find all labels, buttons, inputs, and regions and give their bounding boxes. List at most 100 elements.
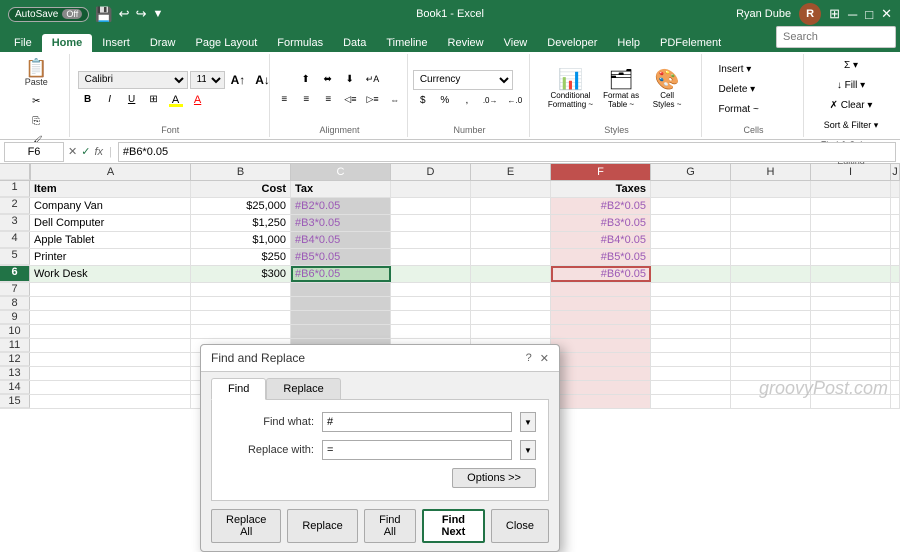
tab-insert[interactable]: Insert (92, 34, 140, 52)
decrease-decimal-icon: ←.0 (508, 96, 523, 105)
autosum-button[interactable]: Σ ▾ (816, 56, 886, 74)
tab-formulas[interactable]: Formulas (267, 34, 333, 52)
search-input[interactable] (776, 26, 896, 48)
tab-review[interactable]: Review (438, 34, 494, 52)
format-button[interactable]: Format ~ (714, 101, 794, 119)
alignment-controls: ⬆ ⬌ ⬇ ↵A ≡ ≡ ≡ ◁≡ ▷≡ ⇔ (274, 56, 404, 123)
tab-file[interactable]: File (4, 34, 42, 52)
replace-dropdown-arrow[interactable]: ▼ (520, 440, 536, 460)
autosum-icon: Σ ▾ (844, 60, 858, 71)
title-bar: AutoSave Off 💾 ↩ ↪ ▼ Book1 - Excel Ryan … (0, 0, 900, 28)
ribbon-display-icon[interactable]: ⊞ (829, 6, 840, 22)
confirm-formula-icon[interactable]: ✓ (81, 145, 90, 158)
underline-button[interactable]: U (122, 91, 142, 109)
increase-decimal-icon: .0→ (483, 96, 498, 105)
border-button[interactable]: ⊞ (144, 91, 164, 109)
paste-button[interactable]: 📋 Paste (20, 56, 53, 90)
undo-icon[interactable]: ↩ (119, 6, 130, 22)
redo-icon[interactable]: ↪ (136, 6, 147, 22)
tab-pdfelement[interactable]: PDFelement (650, 34, 731, 52)
delete-button[interactable]: Delete ▾ (714, 81, 794, 99)
tab-timeline[interactable]: Timeline (376, 34, 437, 52)
font-color-button[interactable]: A (188, 91, 208, 109)
autosave-toggle[interactable]: AutoSave Off (8, 7, 89, 22)
font-family-select[interactable]: Calibri (78, 71, 188, 89)
clear-button[interactable]: ✗ Clear ▾ (816, 96, 886, 114)
tab-home[interactable]: Home (42, 34, 93, 52)
insert-button[interactable]: Insert ▾ (714, 61, 794, 79)
align-right-button[interactable]: ≡ (318, 91, 338, 109)
format-as-table-button[interactable]: 🗂 Format asTable ~ (599, 67, 643, 112)
replace-all-button[interactable]: Replace All (211, 509, 281, 543)
accounting-button[interactable]: $ (413, 92, 433, 110)
font-row-2: B I U ⊞ A A (78, 91, 208, 109)
align-center-button[interactable]: ≡ (296, 91, 316, 109)
dialog-close-icon[interactable]: ✕ (540, 352, 549, 365)
tab-draw[interactable]: Draw (140, 34, 186, 52)
align-bottom-button[interactable]: ⬇ (340, 71, 360, 89)
increase-decimal-button[interactable]: .0→ (479, 92, 502, 110)
user-avatar[interactable]: R (799, 3, 821, 25)
align-middle-button[interactable]: ⬌ (318, 71, 338, 89)
close-button[interactable]: Close (491, 509, 549, 543)
find-what-input[interactable] (322, 412, 512, 432)
italic-button[interactable]: I (100, 91, 120, 109)
decrease-indent-button[interactable]: ◁≡ (340, 91, 360, 109)
cut-button[interactable]: ✂ (26, 92, 47, 110)
save-icon[interactable]: 💾 (95, 6, 112, 23)
font-color-icon: A (194, 94, 201, 106)
replace-button[interactable]: Replace (287, 509, 357, 543)
customize-icon[interactable]: ▼ (152, 8, 163, 20)
formula-icons: ✕ ✓ fx (68, 145, 103, 158)
wrap-text-button[interactable]: ↵A (362, 71, 384, 89)
dialog-help-icon[interactable]: ? (526, 352, 532, 364)
font-group: Calibri 11 A↑ A↓ B I U ⊞ A A (72, 54, 270, 137)
align-top-icon: ⬆ (301, 74, 309, 85)
delete-label: Delete ▾ (719, 84, 756, 95)
cell-reference-box[interactable] (4, 142, 64, 162)
percent-button[interactable]: % (435, 92, 455, 110)
replace-with-input[interactable] (322, 440, 512, 460)
tab-view[interactable]: View (494, 34, 538, 52)
cells-label: Cells (743, 123, 763, 135)
tab-data[interactable]: Data (333, 34, 376, 52)
decrease-decimal-button[interactable]: ←.0 (504, 92, 527, 110)
insert-function-icon[interactable]: fx (94, 146, 103, 158)
options-button[interactable]: Options >> (452, 468, 536, 488)
tab-developer[interactable]: Developer (537, 34, 607, 52)
align-left-button[interactable]: ≡ (274, 91, 294, 109)
find-next-button[interactable]: Find Next (422, 509, 485, 543)
dialog-tab-replace[interactable]: Replace (266, 378, 340, 399)
find-dropdown-arrow[interactable]: ▼ (520, 412, 536, 432)
align-top-button[interactable]: ⬆ (296, 71, 316, 89)
tab-help[interactable]: Help (607, 34, 650, 52)
minimize-icon[interactable]: ─ (848, 7, 857, 22)
comma-button[interactable]: , (457, 92, 477, 110)
font-size-select[interactable]: 11 (190, 71, 225, 89)
align-middle-icon: ⬌ (323, 74, 331, 85)
fill-button[interactable]: ↓ Fill ▾ (816, 76, 886, 94)
merge-center-button[interactable]: ⇔ (385, 91, 405, 109)
sort-filter-button[interactable]: Sort & Filter ▾ (816, 116, 886, 134)
find-all-button[interactable]: Find All (364, 509, 416, 543)
cell-styles-button[interactable]: 🎨 CellStyles ~ (645, 67, 689, 112)
cells-controls: Insert ▾ Delete ▾ Format ~ (714, 56, 794, 123)
cancel-formula-icon[interactable]: ✕ (68, 145, 77, 158)
dialog-tab-find[interactable]: Find (211, 378, 266, 400)
tab-page-layout[interactable]: Page Layout (185, 34, 267, 52)
formula-input[interactable] (118, 142, 896, 162)
grow-font-button[interactable]: A↑ (227, 71, 250, 89)
alignment-row-1: ⬆ ⬌ ⬇ ↵A (296, 71, 384, 89)
restore-icon[interactable]: □ (865, 7, 873, 22)
cell-styles-icon: 🎨 (655, 70, 680, 90)
replace-with-field: Replace with: ▼ (224, 440, 536, 460)
increase-indent-button[interactable]: ▷≡ (362, 91, 382, 109)
shrink-font-button[interactable]: A↓ (251, 71, 274, 89)
fill-color-button[interactable]: A (166, 91, 186, 109)
copy-button[interactable]: ⎘ (26, 112, 47, 130)
bold-button[interactable]: B (78, 91, 98, 109)
styles-group: 📊 ConditionalFormatting ~ 🗂 Format asTab… (532, 54, 702, 137)
close-icon[interactable]: ✕ (881, 6, 892, 22)
number-format-select[interactable]: Currency (413, 70, 513, 90)
conditional-formatting-button[interactable]: 📊 ConditionalFormatting ~ (544, 67, 597, 112)
